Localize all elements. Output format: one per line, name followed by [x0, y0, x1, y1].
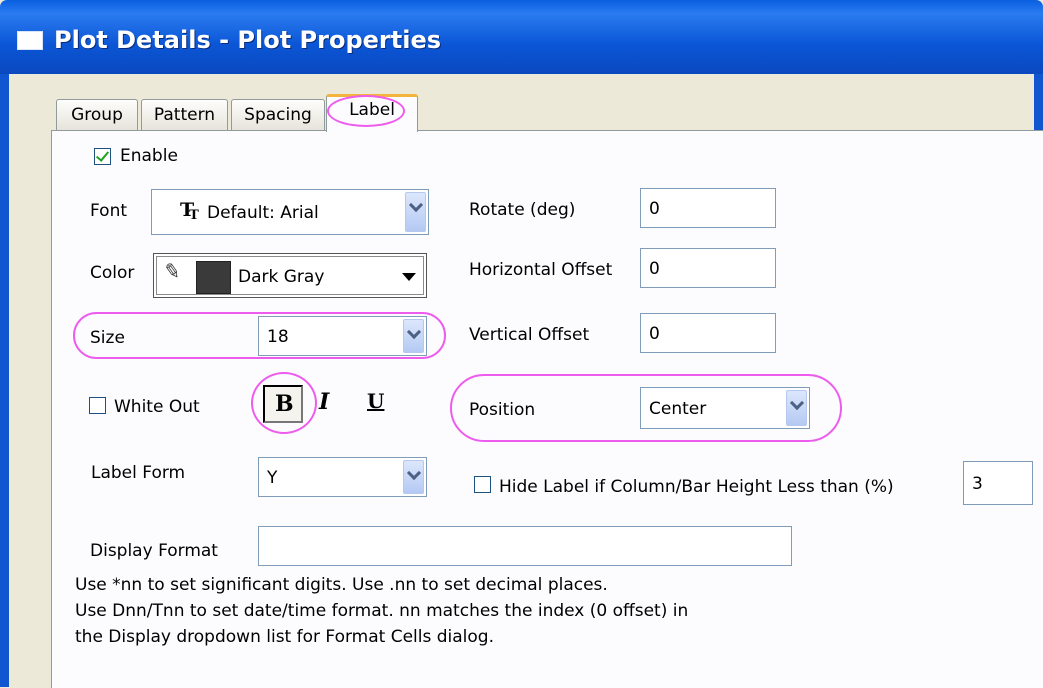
- label-form-label: Label Form: [91, 463, 186, 483]
- size-value: 18: [267, 327, 289, 347]
- window-title: Plot Details - Plot Properties: [54, 26, 442, 54]
- display-format-label: Display Format: [90, 541, 218, 561]
- hide-label-threshold-input[interactable]: 3: [963, 461, 1033, 505]
- rotate-label: Rotate (deg): [469, 200, 576, 220]
- font-tt-icon: TT: [180, 199, 199, 223]
- font-value: Default: Arial: [207, 203, 319, 223]
- font-dropdown[interactable]: TT Default: Arial: [151, 189, 429, 235]
- bold-button[interactable]: B: [263, 385, 303, 423]
- label-form-dropdown-arrow[interactable]: [403, 460, 424, 494]
- tab-spacing[interactable]: Spacing: [231, 99, 325, 130]
- horizontal-offset-value: 0: [649, 259, 660, 279]
- size-label: Size: [90, 328, 125, 348]
- vertical-offset-label: Vertical Offset: [469, 325, 590, 345]
- white-out-label: White Out: [114, 397, 200, 417]
- italic-button[interactable]: I: [319, 389, 329, 415]
- font-dropdown-arrow[interactable]: [405, 192, 426, 232]
- position-dropdown[interactable]: Center: [640, 387, 810, 429]
- position-label: Position: [469, 400, 536, 420]
- title-bar[interactable]: Plot Details - Plot Properties: [0, 0, 1043, 74]
- enable-checkbox[interactable]: [94, 148, 111, 165]
- vertical-offset-value: 0: [649, 324, 660, 344]
- position-value: Center: [649, 399, 707, 419]
- tab-group[interactable]: Group: [56, 99, 138, 130]
- horizontal-offset-label: Horizontal Offset: [469, 260, 613, 280]
- color-value: Dark Gray: [238, 267, 325, 287]
- tab-pattern[interactable]: Pattern: [141, 99, 228, 130]
- white-out-checkbox[interactable]: [89, 397, 106, 414]
- label-form-value: Y: [267, 468, 278, 488]
- enable-label: Enable: [120, 146, 178, 166]
- hide-label-label: Hide Label if Column/Bar Height Less tha…: [499, 477, 894, 497]
- hide-label-threshold-value: 3: [972, 474, 983, 494]
- tab-label-text: Label: [349, 100, 395, 120]
- window-icon: [17, 31, 43, 50]
- size-dropdown-arrow[interactable]: [403, 319, 424, 353]
- color-label: Color: [90, 263, 135, 283]
- help-text-line-3: the Display dropdown list for Format Cel…: [75, 627, 494, 647]
- bold-icon: B: [275, 391, 294, 417]
- help-text-line-2: Use Dnn/Tnn to set date/time format. nn …: [75, 601, 689, 621]
- rotate-value: 0: [649, 199, 660, 219]
- font-label: Font: [90, 201, 128, 221]
- vertical-offset-input[interactable]: 0: [640, 313, 776, 353]
- position-dropdown-arrow[interactable]: [786, 390, 807, 426]
- tab-label[interactable]: Label: [326, 94, 418, 132]
- horizontal-offset-input[interactable]: 0: [640, 248, 776, 288]
- color-dropdown[interactable]: ✎ Dark Gray: [153, 253, 427, 298]
- chevron-down-icon: [402, 273, 416, 281]
- help-text-line-1: Use *nn to set significant digits. Use .…: [75, 575, 608, 595]
- display-format-input[interactable]: [258, 526, 792, 566]
- window-frame-left: [0, 74, 9, 687]
- hide-label-checkbox[interactable]: [474, 476, 491, 493]
- color-swatch: [196, 261, 231, 294]
- size-dropdown[interactable]: 18: [258, 316, 427, 356]
- rotate-input[interactable]: 0: [640, 188, 776, 228]
- label-form-dropdown[interactable]: Y: [258, 457, 427, 497]
- underline-button[interactable]: U: [367, 389, 384, 413]
